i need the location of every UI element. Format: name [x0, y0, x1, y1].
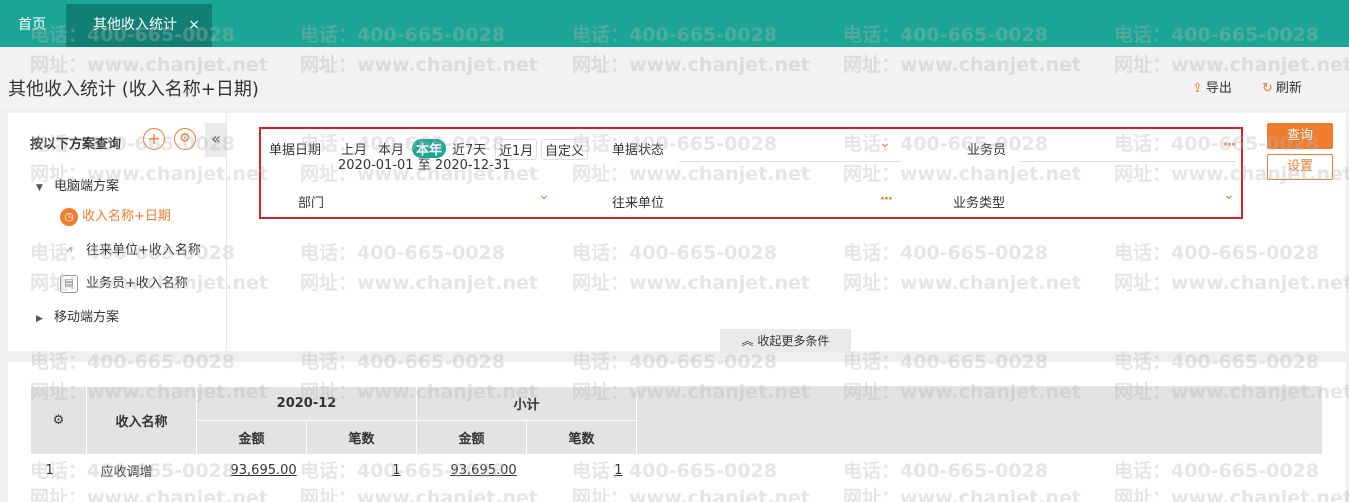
tree-group-label: 电脑端方案 [54, 179, 120, 194]
status-dropdown-icon[interactable]: ⌄ [879, 135, 891, 151]
tree-item-label: 收入名称+日期 [82, 209, 171, 224]
collapse-conditions-label: 收起更多条件 [757, 334, 830, 348]
salesman-input-line [1021, 161, 1236, 162]
filter-area: 单据日期 上月 本月 本年 近7天 近1月 自定义 2020-01-01 至 2… [259, 127, 1243, 219]
salesman-picker-icon[interactable]: ··· [1223, 138, 1236, 153]
tree-item-income-date[interactable]: ◷ 收入名称+日期 [60, 205, 171, 226]
export-icon: ⇪ [1192, 81, 1203, 96]
add-scheme-icon[interactable]: + [143, 128, 165, 150]
chart-icon: ⩘ [66, 243, 72, 255]
tab-home[interactable]: 首页 [0, 4, 64, 47]
col-header-amount: 金额 [196, 420, 307, 455]
scheme-settings-icon[interactable]: ⚙ [174, 128, 196, 150]
col-header-count: 笔数 [306, 420, 417, 455]
col-header-period: 2020-12 [196, 386, 417, 421]
status-label: 单据状态 [612, 143, 665, 158]
results-area: ⚙ 收入名称 2020-12 小计 金额 笔数 金额 笔数 1 应收调增 93,… [8, 362, 1346, 502]
col-header-sub-count: 笔数 [526, 420, 637, 455]
date-label: 单据日期 [269, 143, 322, 158]
refresh-button[interactable]: ↻ 刷新 [1262, 77, 1302, 96]
scheme-header: 按以下方案查询 [30, 137, 122, 152]
tree-item-label: 业务员+收入名称 [86, 276, 188, 291]
clock-icon: ◷ [60, 207, 78, 226]
row-sub-amount-link[interactable]: 93,695.00 [451, 463, 517, 478]
tree-item-partner-income[interactable]: ⩘ 往来单位+收入名称 [60, 239, 201, 260]
collapse-conditions-button[interactable]: ︽ 收起更多条件 [720, 329, 851, 353]
department-dropdown-icon[interactable]: ⌄ [538, 187, 550, 203]
col-header-sub-amount: 金额 [416, 420, 527, 455]
chevron-up-icon: ︽ [741, 334, 754, 348]
settings-button[interactable]: 设置 [1267, 154, 1333, 180]
col-header-subtotal: 小计 [416, 386, 637, 421]
salesman-label: 业务员 [967, 143, 1007, 158]
caret-down-icon: ▼ [36, 183, 43, 193]
query-panel: 按以下方案查询 + ⚙ « ▼ 电脑端方案 ◷ 收入名称+日期 ⩘ 往来单位+收入名称… [8, 113, 1346, 353]
table-header-filler [636, 386, 1322, 454]
collapse-sidebar-icon[interactable]: « [205, 123, 227, 157]
row-name: 应收调增 [100, 465, 153, 481]
row-amount-link[interactable]: 93,695.00 [231, 463, 297, 478]
caret-right-icon: ▶ [36, 314, 43, 324]
tree-item-salesman-income[interactable]: ▤ 业务员+收入名称 [60, 272, 188, 293]
tab-bar: 首页 其他收入统计 × [0, 0, 1349, 47]
tree-group-mobile[interactable]: ▶ 移动端方案 [36, 306, 119, 325]
query-button[interactable]: 查询 [1267, 123, 1333, 149]
biztype-label: 业务类型 [953, 196, 1006, 211]
refresh-label: 刷新 [1275, 81, 1302, 96]
tree-group-label: 移动端方案 [54, 310, 120, 325]
page-title: 其他收入统计 (收入名称+日期) [8, 79, 259, 100]
export-label: 导出 [1205, 81, 1232, 96]
row-index: 1 [45, 463, 54, 479]
scheme-sidebar: 按以下方案查询 + ⚙ « ▼ 电脑端方案 ◷ 收入名称+日期 ⩘ 往来单位+收入名称… [8, 113, 227, 351]
period-custom[interactable]: 自定义 [541, 139, 589, 160]
partner-picker-icon[interactable]: ··· [880, 192, 893, 207]
tree-item-label: 往来单位+收入名称 [86, 243, 201, 258]
status-select-line [679, 161, 901, 162]
export-button[interactable]: ⇪ 导出 [1192, 77, 1232, 96]
close-icon[interactable]: × [188, 4, 200, 47]
department-label: 部门 [298, 196, 325, 211]
refresh-icon: ↻ [1262, 81, 1273, 96]
tab-label: 其他收入统计 [93, 17, 177, 33]
table-row[interactable]: 1 应收调增 93,695.00 1 93,695.00 1 [31, 455, 637, 487]
row-sub-count-link[interactable]: 1 [614, 463, 622, 478]
tab-other-income[interactable]: 其他收入统计 × [66, 4, 212, 47]
biztype-dropdown-icon[interactable]: ⌄ [1223, 187, 1235, 203]
results-table: ⚙ 收入名称 2020-12 小计 金额 笔数 金额 笔数 1 应收调增 93,… [30, 386, 637, 487]
column-settings-icon[interactable]: ⚙ [30, 386, 87, 455]
date-range: 2020-01-01 至 2020-12-31 [338, 158, 511, 173]
title-row: 其他收入统计 (收入名称+日期) ⇪ 导出 ↻ 刷新 [0, 48, 1349, 110]
tree-group-pc[interactable]: ▼ 电脑端方案 [36, 175, 119, 194]
id-card-icon: ▤ [60, 274, 78, 293]
partner-label: 往来单位 [612, 196, 665, 211]
col-header-name: 收入名称 [86, 386, 197, 455]
row-count-link[interactable]: 1 [392, 463, 400, 478]
